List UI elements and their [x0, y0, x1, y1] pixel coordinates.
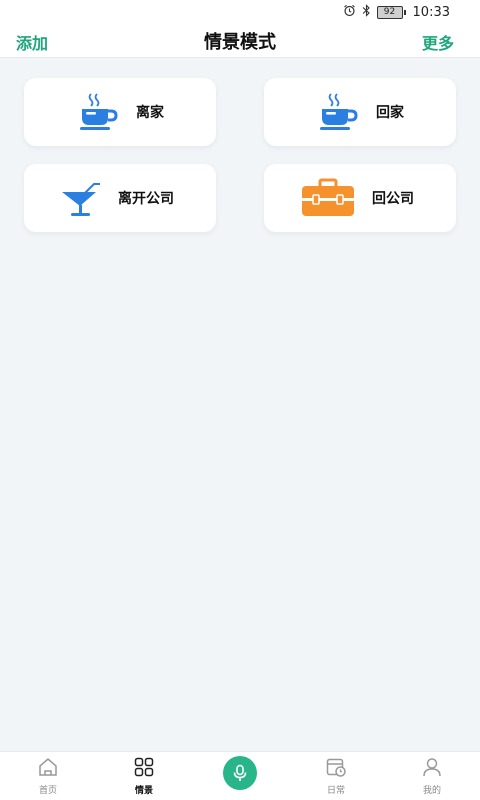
battery-indicator: 92 — [376, 5, 406, 19]
nav-item-voice[interactable] — [192, 752, 288, 800]
nav-item-scenes[interactable]: 情景 — [96, 752, 192, 800]
calendar-clock-icon — [325, 756, 347, 783]
nav-item-home[interactable]: 首页 — [0, 752, 96, 800]
nav-label: 情景 — [134, 786, 153, 796]
user-icon — [421, 756, 443, 783]
coffee-cup-icon — [76, 90, 120, 134]
status-bar: 92 10:33 — [0, 0, 480, 24]
page-title: 情景模式 — [204, 32, 276, 53]
bluetooth-icon — [362, 4, 371, 20]
scene-card-return-company[interactable]: 回公司 — [264, 164, 456, 232]
scene-label: 离开公司 — [118, 191, 174, 207]
scene-label: 回家 — [376, 105, 404, 121]
status-time: 10:33 — [412, 4, 450, 20]
nav-item-profile[interactable]: 我的 — [384, 752, 480, 800]
nav-label: 我的 — [422, 786, 441, 796]
microphone-icon — [223, 756, 257, 790]
alarm-icon — [343, 4, 356, 20]
scene-card-leave-home[interactable]: 离家 — [24, 78, 216, 146]
nav-label: 首页 — [38, 786, 57, 796]
nav-item-daily[interactable]: 日常 — [288, 752, 384, 800]
nav-label: 日常 — [326, 786, 345, 796]
scene-label: 回公司 — [372, 191, 414, 207]
scene-card-return-home[interactable]: 回家 — [264, 78, 456, 146]
more-button[interactable]: 更多 — [422, 30, 454, 54]
home-icon — [37, 756, 59, 783]
coffee-cup-icon — [316, 90, 360, 134]
briefcase-icon — [300, 176, 356, 220]
grid-icon — [133, 756, 155, 783]
app-header: 添加 情景模式 更多 — [0, 24, 480, 58]
scene-label: 离家 — [136, 105, 164, 121]
bottom-nav: 首页 情景 日常 我的 — [0, 751, 480, 800]
cocktail-glass-icon — [58, 176, 102, 220]
scene-card-leave-company[interactable]: 离开公司 — [24, 164, 216, 232]
